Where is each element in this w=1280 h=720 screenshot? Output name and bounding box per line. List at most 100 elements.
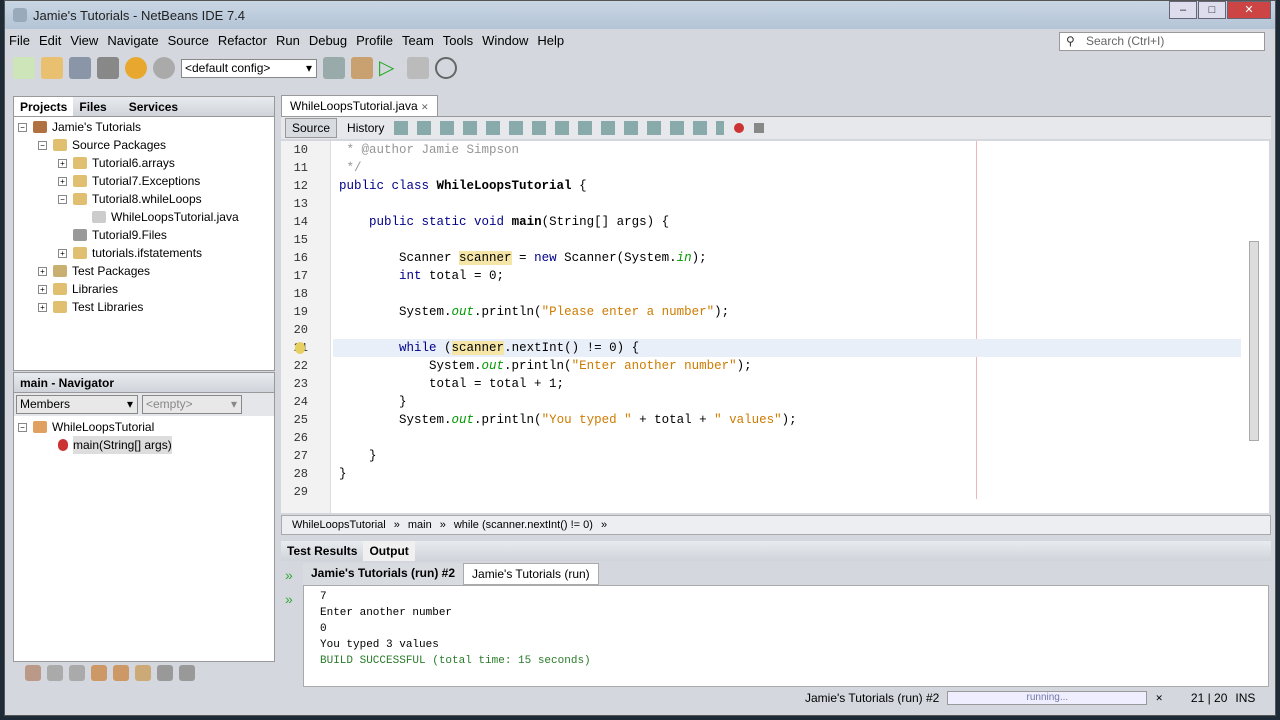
history-tab[interactable]: History <box>347 121 384 135</box>
breadcrumb-class[interactable]: WhileLoopsTutorial <box>292 519 386 531</box>
menu-view[interactable]: View <box>70 33 98 48</box>
nav-class[interactable]: − WhileLoopsTutorial <box>18 418 270 436</box>
debug-icon[interactable] <box>407 57 429 79</box>
menu-navigate[interactable]: Navigate <box>107 33 158 48</box>
filter-icon[interactable] <box>91 665 107 681</box>
menu-tools[interactable]: Tools <box>443 33 473 48</box>
menu-window[interactable]: Window <box>482 33 528 48</box>
menu-help[interactable]: Help <box>537 33 564 48</box>
line-number: 11 <box>293 161 308 175</box>
menu-file[interactable]: File <box>9 33 30 48</box>
close-tab-icon[interactable]: ✕ <box>421 102 429 112</box>
tree-label: WhileLoopsTutorial <box>52 420 155 434</box>
editor-scrollbar[interactable] <box>1249 241 1259 441</box>
tab-output[interactable]: Output <box>363 541 415 561</box>
tree-test-packages[interactable]: + Test Packages <box>18 262 270 280</box>
filter-icon[interactable] <box>69 665 85 681</box>
redo-icon[interactable] <box>153 57 175 79</box>
code-line: Scanner scanner = new Scanner(System.in)… <box>339 251 707 265</box>
breadcrumb-method[interactable]: main <box>408 519 432 531</box>
caret-position: 21 | 20 <box>1190 691 1228 705</box>
line-number: 26 <box>293 431 308 445</box>
filter-icon[interactable] <box>113 665 129 681</box>
tree-package[interactable]: + tutorials.ifstatements <box>18 244 270 262</box>
code-editor[interactable]: 10 11 12 13 14 15 16 17 18 19 20 21 22 23 24 25 26 27 28 29… <box>281 141 1269 513</box>
folder-icon <box>53 139 67 151</box>
menu-debug[interactable]: Debug <box>309 33 347 48</box>
tree-package[interactable]: − Tutorial8.whileLoops <box>18 190 270 208</box>
filter-icon[interactable] <box>135 665 151 681</box>
new-file-icon[interactable] <box>13 57 35 79</box>
breadcrumb-while[interactable]: while (scanner.nextInt() != 0) <box>454 519 593 531</box>
build-hammer-icon[interactable] <box>323 57 345 79</box>
close-button[interactable]: ✕ <box>1227 1 1271 19</box>
maximize-button[interactable]: □ <box>1198 1 1226 19</box>
menu-source[interactable]: Source <box>168 33 209 48</box>
code-line: System.out.println("You typed " + total … <box>339 413 797 427</box>
menu-team[interactable]: Team <box>402 33 434 48</box>
tab-whileloopstutorial[interactable]: WhileLoopsTutorial.java ✕ <box>281 95 438 116</box>
output-line: Enter another number <box>320 607 453 619</box>
tab-label: WhileLoopsTutorial.java <box>290 99 418 113</box>
tree-package[interactable]: Tutorial9.Files <box>18 226 270 244</box>
folder-icon <box>53 301 67 313</box>
search-input[interactable]: Search (Ctrl+I) <box>1059 32 1265 51</box>
editor-action-icons[interactable] <box>394 121 725 135</box>
save-all-icon[interactable] <box>97 57 119 79</box>
profile-icon[interactable] <box>435 57 457 79</box>
cancel-task-icon[interactable]: ✕ <box>1155 693 1163 704</box>
tree-label: Jamie's Tutorials <box>52 120 141 134</box>
tree-java-file[interactable]: WhileLoopsTutorial.java <box>18 208 270 226</box>
output-console[interactable]: 7 Enter another number 0 You typed 3 val… <box>303 585 1269 687</box>
new-project-icon[interactable] <box>41 57 63 79</box>
tree-package[interactable]: + Tutorial6.arrays <box>18 154 270 172</box>
filter-icon[interactable] <box>25 665 41 681</box>
undo-icon[interactable] <box>125 57 147 79</box>
tree-project-root[interactable]: − Jamie's Tutorials <box>18 118 270 136</box>
filter-select[interactable]: <empty> <box>142 395 242 414</box>
tree-source-packages[interactable]: − Source Packages <box>18 136 270 154</box>
tree-label: Tutorial7.Exceptions <box>92 174 201 188</box>
line-number: 12 <box>293 179 308 193</box>
line-number: 27 <box>293 449 308 463</box>
tab-test-results[interactable]: Test Results <box>281 541 363 561</box>
tab-projects[interactable]: Projects <box>14 97 74 116</box>
editor-toolbar: Source History <box>281 117 1271 139</box>
subtab-run-2[interactable]: Jamie's Tutorials (run) #2 <box>303 563 464 585</box>
clean-build-icon[interactable] <box>351 57 373 79</box>
open-project-icon[interactable] <box>69 57 91 79</box>
menu-profile[interactable]: Profile <box>356 33 393 48</box>
minimize-button[interactable]: – <box>1169 1 1197 19</box>
navigator-title[interactable]: main - Navigator <box>14 373 120 392</box>
menu-bar: File Edit View Navigate Source Refactor Run Deb… <box>9 33 564 48</box>
members-select[interactable]: Members <box>16 395 138 414</box>
insert-mode: INS <box>1235 691 1256 705</box>
source-tab[interactable]: Source <box>285 118 338 138</box>
menu-run[interactable]: Run <box>276 33 300 48</box>
stop-macro-icon[interactable] <box>754 123 765 133</box>
run-icon[interactable]: ▷ <box>379 57 401 79</box>
sort-icon[interactable] <box>157 665 173 681</box>
rerun-icon[interactable]: »» <box>285 563 293 611</box>
menu-refactor[interactable]: Refactor <box>218 33 267 48</box>
code-line: System.out.println("Please enter a numbe… <box>339 305 730 319</box>
tree-package[interactable]: + Tutorial7.Exceptions <box>18 172 270 190</box>
progress-bar: running... <box>947 691 1148 705</box>
code-line: public class WhileLoopsTutorial { <box>339 179 587 193</box>
line-number: 24 <box>293 395 308 409</box>
menu-edit[interactable]: Edit <box>39 33 61 48</box>
status-task: Jamie's Tutorials (run) #2 <box>805 691 940 705</box>
tree-libraries[interactable]: + Libraries <box>18 280 270 298</box>
subtab-run[interactable]: Jamie's Tutorials (run) <box>463 563 599 585</box>
sort-icon[interactable] <box>179 665 195 681</box>
tab-files[interactable]: Files <box>73 97 112 116</box>
tab-services[interactable]: Services <box>123 97 184 116</box>
filter-icon[interactable] <box>47 665 63 681</box>
code-line: */ <box>339 161 362 175</box>
tree-test-libraries[interactable]: + Test Libraries <box>18 298 270 316</box>
hint-bulb-icon[interactable] <box>295 342 305 354</box>
project-icon <box>33 121 47 133</box>
record-macro-icon[interactable] <box>734 123 745 133</box>
nav-method[interactable]: main(String[] args) <box>18 436 270 454</box>
config-select[interactable]: <default config> <box>181 58 317 78</box>
